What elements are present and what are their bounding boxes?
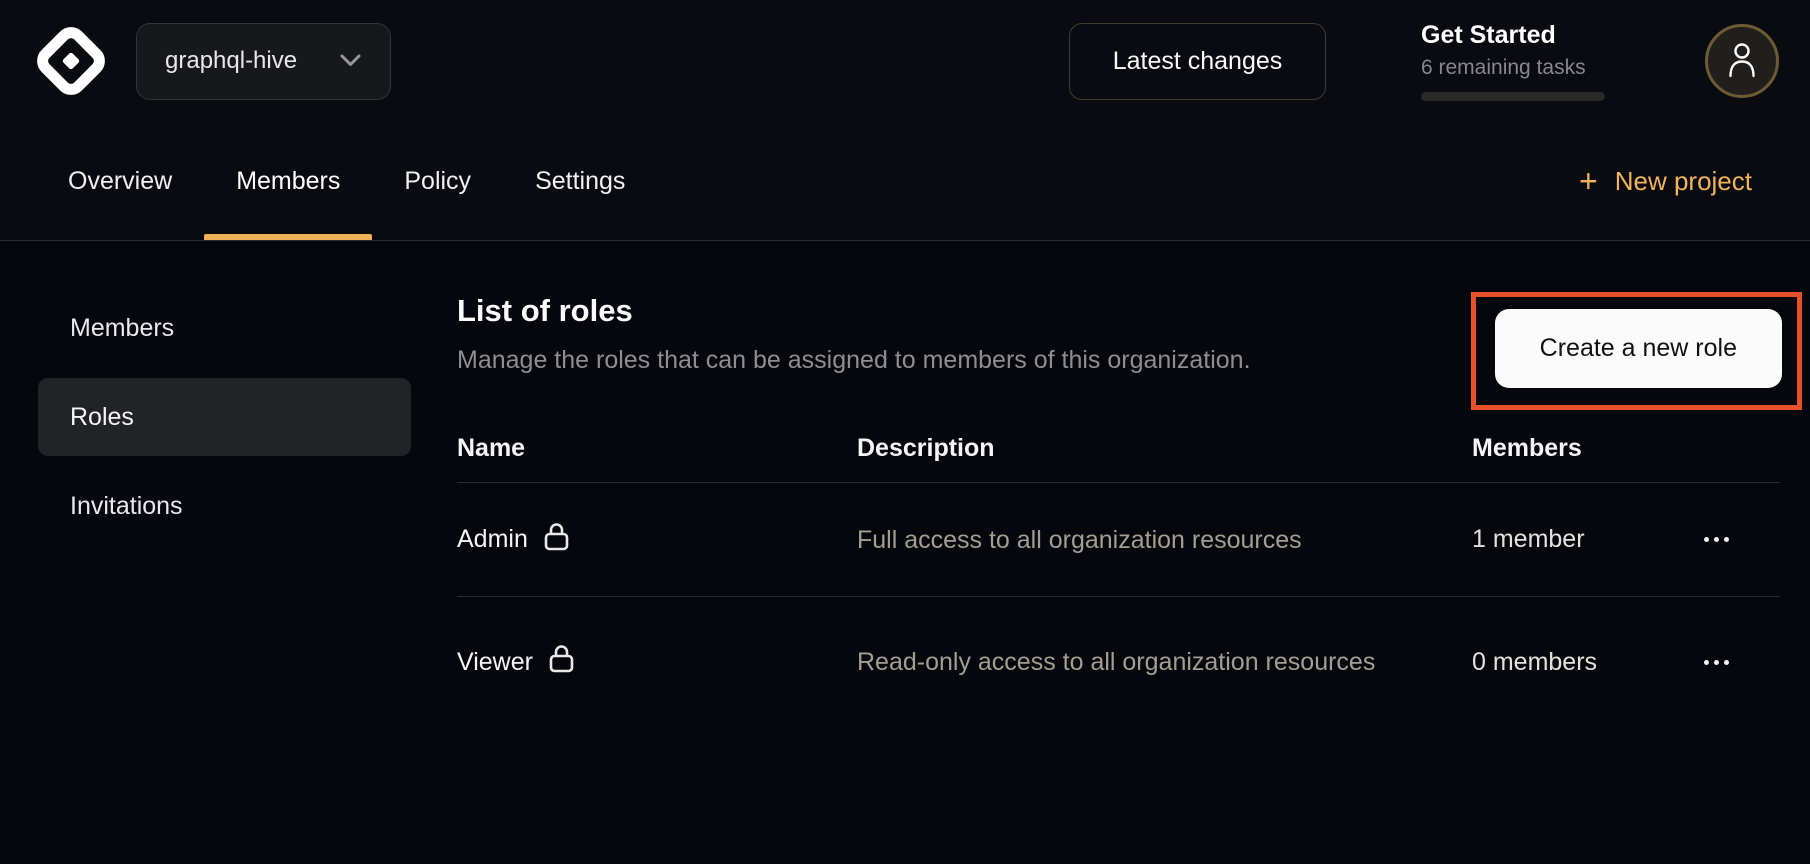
get-started-progress-bar <box>1421 92 1605 101</box>
org-tabs: Overview Members Policy Settings + New p… <box>0 122 1810 240</box>
members-sidebar: Members Roles Invitations <box>0 241 411 863</box>
get-started-title: Get Started <box>1421 21 1605 50</box>
role-name-cell: Admin <box>457 522 857 558</box>
lock-icon <box>544 522 569 558</box>
tab-policy-label: Policy <box>404 167 471 196</box>
user-avatar-button[interactable] <box>1705 24 1779 98</box>
create-new-role-button[interactable]: Create a new role <box>1495 309 1782 388</box>
role-name-cell: Viewer <box>457 644 857 680</box>
role-name: Admin <box>457 525 528 554</box>
tab-overview[interactable]: Overview <box>36 122 204 240</box>
user-icon <box>1726 40 1758 83</box>
lock-icon <box>549 644 574 680</box>
get-started-panel[interactable]: Get Started 6 remaining tasks <box>1421 21 1605 101</box>
tab-members-label: Members <box>236 167 340 196</box>
row-more-actions-button[interactable] <box>1704 640 1752 684</box>
role-members-count: 0 members <box>1472 648 1704 677</box>
new-project-button[interactable]: + New project <box>1579 165 1752 197</box>
plus-icon: + <box>1579 165 1598 197</box>
roles-main-panel: List of roles Manage the roles that can … <box>411 241 1810 863</box>
tab-settings[interactable]: Settings <box>503 122 657 240</box>
sidebar-item-roles-label: Roles <box>70 403 134 432</box>
ellipsis-icon <box>1704 537 1709 542</box>
column-header-name: Name <box>457 434 857 463</box>
get-started-subtitle: 6 remaining tasks <box>1421 56 1605 80</box>
content-area: Members Roles Invitations List of roles … <box>0 241 1810 863</box>
tab-members[interactable]: Members <box>204 122 372 240</box>
role-members-count: 1 member <box>1472 525 1704 554</box>
app-header: graphql-hive Latest changes Get Started … <box>0 0 1810 241</box>
sidebar-item-invitations-label: Invitations <box>70 492 183 521</box>
org-selector-label: graphql-hive <box>165 47 297 75</box>
tab-settings-label: Settings <box>535 167 625 196</box>
latest-changes-label: Latest changes <box>1113 47 1283 76</box>
table-row-admin: Admin Full access to all organization re… <box>457 483 1780 597</box>
role-name: Viewer <box>457 648 533 677</box>
roles-table: Name Description Members Admin Full acc <box>457 415 1780 727</box>
annotation-highlight-box: Create a new role <box>1471 292 1802 410</box>
tab-overview-label: Overview <box>68 167 172 196</box>
sidebar-item-roles[interactable]: Roles <box>38 378 411 456</box>
top-bar: graphql-hive Latest changes Get Started … <box>0 0 1810 122</box>
new-project-label: New project <box>1615 166 1752 197</box>
role-description: Read-only access to all organization res… <box>857 643 1377 681</box>
table-row-viewer: Viewer Read-only access to all organizat… <box>457 597 1780 727</box>
sidebar-item-members[interactable]: Members <box>38 289 411 367</box>
column-header-members: Members <box>1472 434 1704 463</box>
sidebar-item-invitations[interactable]: Invitations <box>38 467 411 545</box>
chevron-down-icon <box>339 47 362 75</box>
hive-logo-icon[interactable] <box>36 26 106 96</box>
table-header-row: Name Description Members <box>457 415 1780 483</box>
tab-policy[interactable]: Policy <box>372 122 503 240</box>
sidebar-item-members-label: Members <box>70 314 174 343</box>
row-more-actions-button[interactable] <box>1704 518 1752 562</box>
org-selector[interactable]: graphql-hive <box>136 23 391 100</box>
column-header-description: Description <box>857 434 1472 463</box>
latest-changes-button[interactable]: Latest changes <box>1069 23 1326 100</box>
ellipsis-icon <box>1704 660 1709 665</box>
role-description: Full access to all organization resource… <box>857 521 1377 559</box>
